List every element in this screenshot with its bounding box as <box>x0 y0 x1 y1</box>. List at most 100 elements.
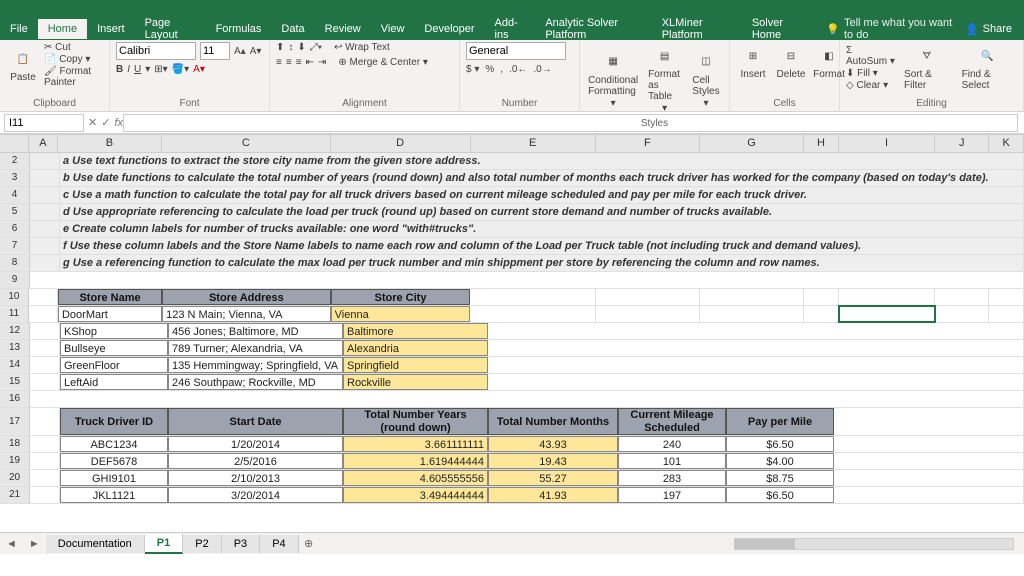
inc-decimal-button[interactable]: .0← <box>509 64 527 75</box>
format-painter-button[interactable]: 🖌 Format Painter <box>44 66 103 88</box>
table-cell[interactable]: 246 Southpaw; Rockville, MD <box>168 374 343 390</box>
table-cell[interactable]: Vienna <box>331 306 471 322</box>
row-header[interactable]: 17 <box>0 408 30 435</box>
bold-button[interactable]: B <box>116 64 123 75</box>
select-all-corner[interactable] <box>0 135 29 152</box>
sheet-nav-prev[interactable]: ◄ <box>0 538 23 550</box>
row-header[interactable]: 12 <box>0 323 30 339</box>
border-button[interactable]: ⊞▾ <box>154 64 167 75</box>
table-cell[interactable]: 240 <box>618 436 726 452</box>
row-header[interactable]: 15 <box>0 374 30 390</box>
col-header[interactable]: H <box>804 135 839 152</box>
italic-button[interactable]: I <box>127 64 130 75</box>
row-header[interactable]: 11 <box>0 306 29 322</box>
row-header[interactable]: 6 <box>0 221 30 237</box>
sheet-tab-p3[interactable]: P3 <box>222 535 260 553</box>
col-header[interactable]: K <box>989 135 1024 152</box>
row-header[interactable]: 10 <box>0 289 29 305</box>
fill-color-button[interactable]: 🪣▾ <box>172 64 189 75</box>
table-cell[interactable]: DoorMart <box>58 306 162 322</box>
table-cell[interactable]: 41.93 <box>488 487 618 503</box>
col-header[interactable]: G <box>700 135 804 152</box>
tell-me-search[interactable]: 💡Tell me what you want to do <box>826 17 953 41</box>
table-cell[interactable]: 43.93 <box>488 436 618 452</box>
dec-decimal-button[interactable]: .0→ <box>533 64 551 75</box>
table-cell[interactable]: $8.75 <box>726 470 834 486</box>
col-header[interactable]: F <box>596 135 700 152</box>
shrink-font-button[interactable]: A▾ <box>250 46 262 57</box>
table-cell[interactable]: 2/5/2016 <box>168 453 343 469</box>
align-left-button[interactable]: ≡ <box>276 57 282 68</box>
col-header[interactable]: I <box>839 135 935 152</box>
tab-formulas[interactable]: Formulas <box>206 19 272 39</box>
cancel-formula-icon[interactable]: ✕ <box>88 116 97 129</box>
table-cell[interactable]: Springfield <box>343 357 488 373</box>
row-header[interactable]: 8 <box>0 255 30 271</box>
align-top-button[interactable]: ⬆ <box>276 42 284 53</box>
row-header[interactable]: 20 <box>0 470 30 486</box>
format-as-table-button[interactable]: ▤Format as Table▾ <box>644 42 685 116</box>
row-header[interactable]: 16 <box>0 391 30 407</box>
align-bottom-button[interactable]: ⬇ <box>297 42 305 53</box>
table-cell[interactable]: $6.50 <box>726 487 834 503</box>
wrap-text-button[interactable]: ↩ Wrap Text <box>334 42 390 53</box>
row-header[interactable]: 3 <box>0 170 30 186</box>
tab-review[interactable]: Review <box>315 19 371 39</box>
selected-cell[interactable] <box>839 306 935 322</box>
table-cell[interactable]: 789 Turner; Alexandria, VA <box>168 340 343 356</box>
sheet-tab-p2[interactable]: P2 <box>183 535 221 553</box>
table-cell[interactable]: Baltimore <box>343 323 488 339</box>
row-header[interactable]: 2 <box>0 153 30 169</box>
col-header[interactable]: B <box>58 135 162 152</box>
table-cell[interactable]: 3.494444444 <box>343 487 488 503</box>
table-cell[interactable]: 283 <box>618 470 726 486</box>
insert-cells-button[interactable]: ⊞Insert <box>736 42 770 82</box>
table-cell[interactable]: 1/20/2014 <box>168 436 343 452</box>
col-header[interactable]: C <box>162 135 331 152</box>
grow-font-button[interactable]: A▴ <box>234 46 246 57</box>
col-header[interactable]: A <box>29 135 58 152</box>
worksheet[interactable]: A B C D E F G H I J K 2a Use text functi… <box>0 134 1024 554</box>
row-header[interactable]: 19 <box>0 453 30 469</box>
enter-formula-icon[interactable]: ✓ <box>101 116 110 129</box>
autosum-button[interactable]: Σ AutoSum ▾ <box>846 45 896 67</box>
table-cell[interactable]: 101 <box>618 453 726 469</box>
underline-button[interactable]: U <box>134 64 141 75</box>
sort-filter-button[interactable]: ᗊSort & Filter <box>900 42 954 93</box>
formula-bar[interactable] <box>123 114 1018 132</box>
tab-developer[interactable]: Developer <box>414 19 484 39</box>
copy-button[interactable]: 📄 Copy ▾ <box>44 54 103 65</box>
align-center-button[interactable]: ≡ <box>286 57 292 68</box>
table-cell[interactable]: Rockville <box>343 374 488 390</box>
paste-button[interactable]: 📋Paste <box>6 45 40 85</box>
cell-styles-button[interactable]: ◫Cell Styles▾ <box>689 48 723 111</box>
table-cell[interactable]: 123 N Main; Vienna, VA <box>162 306 331 322</box>
table-cell[interactable]: Alexandria <box>343 340 488 356</box>
indent-dec-button[interactable]: ⇤ <box>306 57 314 68</box>
row-header[interactable]: 9 <box>0 272 30 288</box>
currency-button[interactable]: $ ▾ <box>466 64 479 75</box>
col-header[interactable]: J <box>935 135 989 152</box>
name-box[interactable]: I11 <box>4 114 84 132</box>
indent-inc-button[interactable]: ⇥ <box>318 57 326 68</box>
comma-button[interactable]: , <box>500 64 503 75</box>
table-cell[interactable]: 135 Hemmingway; Springfield, VA <box>168 357 343 373</box>
table-cell[interactable]: 3.661111111 <box>343 436 488 452</box>
row-header[interactable]: 13 <box>0 340 30 356</box>
row-header[interactable]: 5 <box>0 204 30 220</box>
col-header[interactable]: D <box>331 135 471 152</box>
col-header[interactable]: E <box>471 135 596 152</box>
table-cell[interactable]: DEF5678 <box>60 453 168 469</box>
find-select-button[interactable]: 🔍Find & Select <box>958 42 1017 93</box>
table-cell[interactable]: JKL1121 <box>60 487 168 503</box>
sheet-tab-documentation[interactable]: Documentation <box>46 535 145 553</box>
add-sheet-button[interactable]: ⊕ <box>299 537 319 550</box>
share-button[interactable]: 👤Share <box>953 19 1024 40</box>
table-cell[interactable]: 3/20/2014 <box>168 487 343 503</box>
font-size-select[interactable] <box>200 42 230 60</box>
sheet-tab-p1[interactable]: P1 <box>145 534 183 554</box>
cut-button[interactable]: ✂ Cut <box>44 42 103 53</box>
horizontal-scrollbar[interactable] <box>319 538 1024 550</box>
percent-button[interactable]: % <box>485 64 494 75</box>
row-header[interactable]: 4 <box>0 187 30 203</box>
